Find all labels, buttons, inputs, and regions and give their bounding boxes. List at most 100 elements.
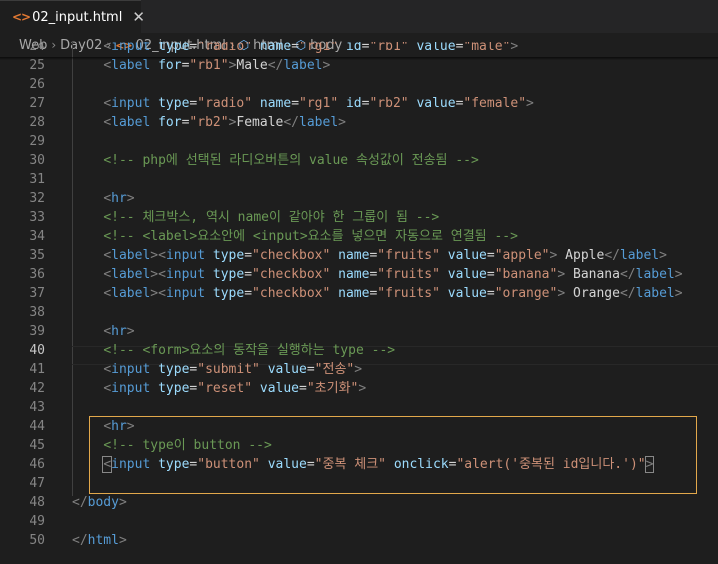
code-token: = xyxy=(244,286,253,301)
code-line[interactable]: 50 </html> xyxy=(0,531,718,550)
code-token: html xyxy=(87,533,119,548)
code-line[interactable]: 35 <label><input type="checkbox" name="f… xyxy=(0,246,718,265)
code-token: < xyxy=(103,419,112,434)
code-text: <hr> xyxy=(72,417,134,436)
code-token: Banana xyxy=(565,267,620,282)
code-token: label xyxy=(111,286,151,301)
code-token: input xyxy=(111,381,151,396)
code-token: value xyxy=(416,42,456,54)
code-token: > xyxy=(557,267,566,282)
code-token: "rb2" xyxy=(189,115,229,130)
code-line[interactable]: 34 <!-- <label>요소안에 <input>요소를 넣으면 자동으로 … xyxy=(0,227,718,246)
code-token: = xyxy=(244,248,253,263)
code-token: < xyxy=(103,248,112,263)
code-line[interactable]: 45 <!-- type이 button --> xyxy=(0,436,718,455)
code-token: > xyxy=(674,267,683,282)
code-token: name xyxy=(338,286,370,301)
code-token: </ xyxy=(283,115,300,130)
code-text: <input type="submit" value="전송"> xyxy=(72,360,362,379)
code-token: = xyxy=(291,96,300,111)
code-line[interactable]: 36 <label><input type="checkbox" name="f… xyxy=(0,265,718,284)
line-number: 40 xyxy=(29,343,45,358)
code-token: </ xyxy=(72,495,88,510)
code-token: label xyxy=(635,286,675,301)
line-number: 30 xyxy=(29,153,45,168)
code-token: > xyxy=(322,58,331,73)
code-token: "alert('중복된 id입니다.')" xyxy=(456,457,646,472)
code-token: "apple" xyxy=(494,248,550,263)
code-token: body xyxy=(87,495,119,510)
code-token: = xyxy=(306,362,315,377)
code-editor[interactable]: 24 <input type="radio" name="rg1" id="rb… xyxy=(0,42,718,564)
code-line[interactable]: 46 <input type="button" value="중복 체크" on… xyxy=(0,455,718,474)
code-token: value xyxy=(447,267,487,282)
code-line[interactable]: 29 xyxy=(0,132,718,151)
tab-label: 02_input.html xyxy=(32,9,123,25)
code-token: "male" xyxy=(463,42,511,54)
code-token: > xyxy=(358,381,367,396)
html-file-icon: <> xyxy=(12,10,31,24)
code-line[interactable]: 47 xyxy=(0,474,718,493)
code-line[interactable]: 24 <input type="radio" name="rg1" id="rb… xyxy=(0,42,718,56)
code-line[interactable]: 39 <hr> xyxy=(0,322,718,341)
code-token: hr xyxy=(111,324,127,339)
code-line[interactable]: 32 <hr> xyxy=(0,189,718,208)
code-token: label xyxy=(619,248,660,263)
code-token: = xyxy=(291,42,300,54)
code-line[interactable]: 27 <input type="radio" name="rg1" id="rb… xyxy=(0,94,718,113)
code-line[interactable]: 28 <label for="rb2">Female</label> xyxy=(0,113,718,132)
code-line[interactable]: 44 <hr> xyxy=(0,417,718,436)
code-token: label xyxy=(111,58,151,73)
code-token: >< xyxy=(150,286,166,301)
code-token: < xyxy=(103,58,112,73)
code-line[interactable]: 31 xyxy=(0,170,718,189)
code-text: <!-- php에 선택된 라디오버튼의 value 속성값이 전송됨 --> xyxy=(72,151,479,170)
code-token: Male xyxy=(236,58,268,73)
code-token: for xyxy=(158,115,182,130)
line-number: 36 xyxy=(29,267,45,282)
code-line[interactable]: 37 <label><input type="checkbox" name="f… xyxy=(0,284,718,303)
code-line[interactable]: 33 <!-- 체크박스, 역시 name이 같아야 한 그룹이 됨 --> xyxy=(0,208,718,227)
close-icon[interactable]: ✕ xyxy=(132,9,145,25)
code-line[interactable]: 49 xyxy=(0,512,718,531)
code-line[interactable]: 42 <input type="reset" value="초기화"> xyxy=(0,379,718,398)
code-token: name xyxy=(338,248,370,263)
code-line[interactable]: 48 </body> xyxy=(0,493,718,512)
line-number: 42 xyxy=(29,381,45,396)
code-line[interactable]: 26 xyxy=(0,75,718,94)
code-line[interactable]: 40 <!-- <form>요소의 동작을 실행하는 type --> xyxy=(0,341,718,360)
code-token: type xyxy=(212,248,245,263)
code-token: <!-- <form>요소의 동작을 실행하는 type --> xyxy=(103,343,396,358)
tab-02-input-html[interactable]: <> 02_input.html ✕ xyxy=(0,0,145,33)
code-token: label xyxy=(111,267,151,282)
code-token: for xyxy=(158,58,182,73)
code-line[interactable]: 38 xyxy=(0,303,718,322)
code-line[interactable]: 43 xyxy=(0,398,718,417)
line-number: 33 xyxy=(29,210,45,225)
code-line[interactable]: 41 <input type="submit" value="전송"> xyxy=(0,360,718,379)
code-token: > xyxy=(126,324,135,339)
code-token: "전송" xyxy=(314,362,355,377)
code-token: input xyxy=(111,457,151,472)
code-token: input xyxy=(165,248,206,263)
code-line[interactable]: 30 <!-- php에 선택된 라디오버튼의 value 속성값이 전송됨 -… xyxy=(0,151,718,170)
code-token: name xyxy=(338,267,370,282)
code-token: "fruits" xyxy=(377,267,440,282)
line-number: 44 xyxy=(29,419,45,434)
